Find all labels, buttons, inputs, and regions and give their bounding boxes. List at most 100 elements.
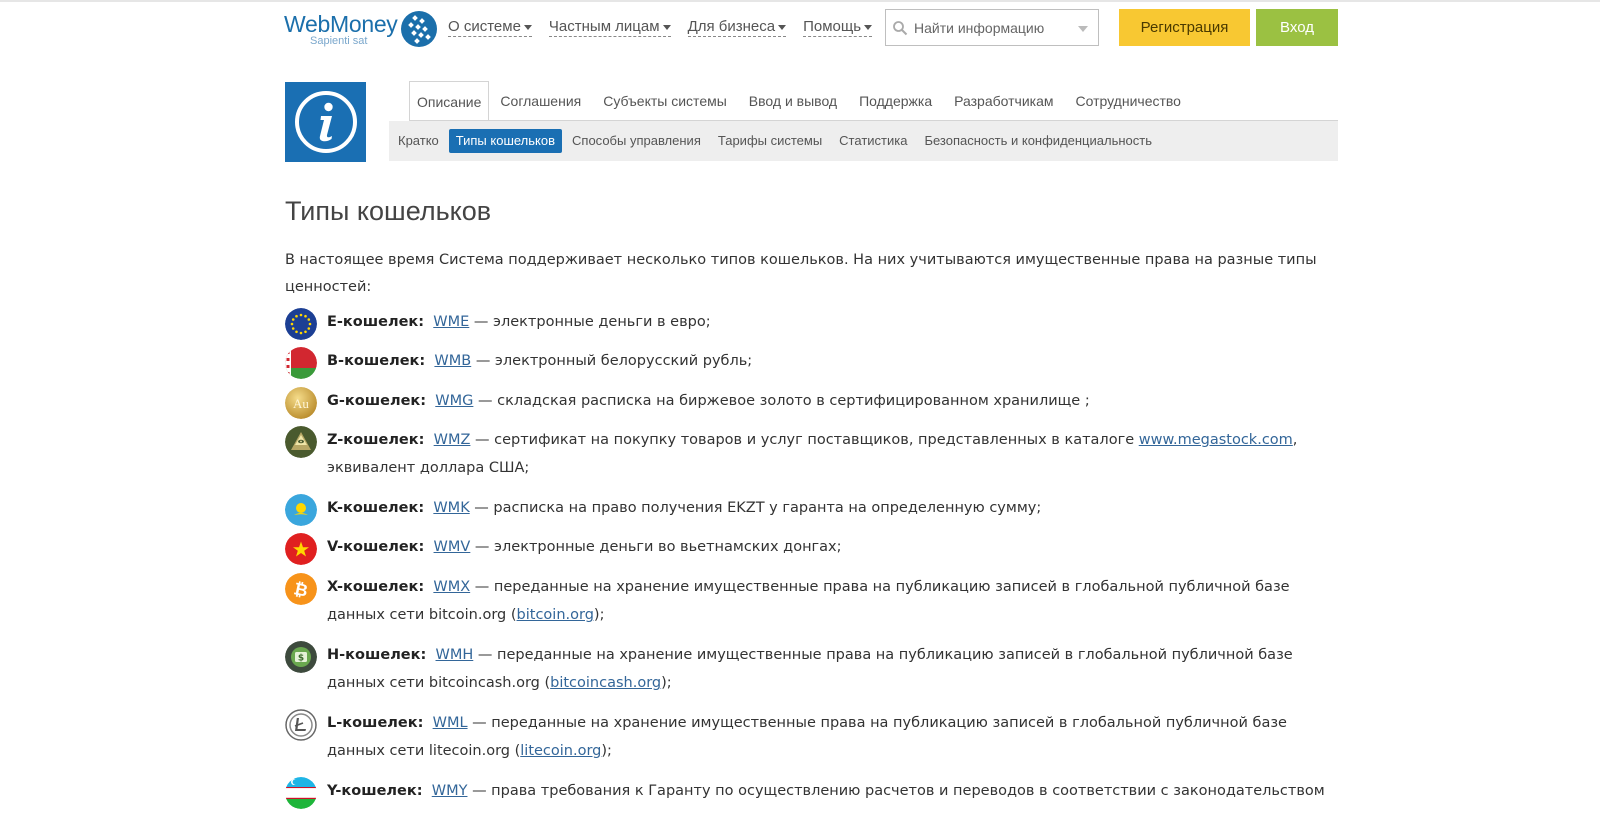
wallet-name: X-кошелек:: [327, 579, 425, 595]
tab-cooperation[interactable]: Сотрудничество: [1065, 81, 1192, 121]
wallet-name: Z-кошелек:: [327, 432, 425, 448]
litecoin-link[interactable]: litecoin.org: [520, 743, 601, 759]
wallet-item-h: $ H-кошелек: WMH — переданные на хранени…: [285, 641, 1337, 697]
nav-label: Частным лицам: [548, 18, 660, 35]
subnav-item-management[interactable]: Способы управления: [565, 129, 708, 153]
wallet-desc-tail: );: [661, 675, 672, 691]
wallet-name: Y-кошелек:: [327, 783, 423, 799]
svg-text:Au: Au: [293, 396, 309, 411]
wallet-name: E-кошелек:: [327, 314, 425, 330]
info-icon: [294, 91, 357, 153]
subnav-bar: Кратко Типы кошельков Способы управления…: [389, 121, 1338, 161]
wallet-link-wmh[interactable]: WMH: [436, 647, 474, 663]
subnav-item-brief[interactable]: Кратко: [391, 129, 446, 153]
wallet-link-wmb[interactable]: WMB: [434, 353, 471, 369]
wallet-text: K-кошелек: WMK — расписка на право получ…: [327, 494, 1337, 522]
wallet-desc-tail: );: [593, 607, 605, 623]
wallet-name: G-кошелек:: [327, 393, 427, 409]
page-title: Типы кошельков: [285, 196, 492, 226]
wallet-text: G-кошелек: WMG — складская расписка на б…: [327, 387, 1337, 415]
wallet-text: V-кошелек: WMV — электронные деньги во в…: [327, 533, 1337, 561]
search-input[interactable]: [914, 19, 1064, 36]
info-section-icon: [285, 82, 366, 162]
caret-down-icon: [778, 24, 787, 30]
logo-subtitle: Sapienti sat: [310, 35, 368, 47]
login-button[interactable]: Вход: [1256, 9, 1338, 46]
wallet-name: V-кошелек:: [327, 539, 425, 555]
logo-text: WebMoney: [284, 11, 398, 37]
svg-text:$: $: [298, 654, 304, 664]
subnav-item-tariffs[interactable]: Тарифы системы: [711, 129, 829, 153]
nav-label: О системе: [448, 18, 521, 35]
tab-input-output[interactable]: Ввод и вывод: [738, 81, 848, 121]
wallet-link-wme[interactable]: WME: [433, 314, 469, 330]
wallet-desc: — складская расписка на биржевое золото …: [473, 393, 1090, 409]
tab-agreements[interactable]: Соглашения: [489, 81, 592, 121]
tab-developers[interactable]: Разработчикам: [943, 81, 1064, 121]
wallet-desc: — переданные на хранение имущественные п…: [327, 579, 1290, 623]
wallet-link-wmz[interactable]: WMZ: [434, 432, 471, 448]
megastock-link[interactable]: www.megastock.com: [1139, 432, 1293, 448]
belarus-flag-icon: [285, 347, 317, 379]
litecoin-icon: [285, 709, 317, 741]
subnav-item-security[interactable]: Безопасность и конфиденциальность: [917, 129, 1159, 153]
wallet-link-wml[interactable]: WML: [433, 715, 468, 731]
wallet-desc: — электронный белорусский рубль;: [471, 353, 753, 369]
intro-text: В настоящее время Система поддерживает н…: [285, 252, 1317, 295]
wallet-item-l: L-кошелек: WML — переданные на хранение …: [285, 709, 1337, 765]
wallet-link-wmx[interactable]: WMX: [433, 579, 470, 595]
globe-icon: [401, 11, 437, 47]
wallet-item-v: V-кошелек: WMV — электронные деньги во в…: [285, 533, 1337, 565]
pyramid-eye-icon: [285, 426, 317, 458]
register-button[interactable]: Регистрация: [1119, 9, 1250, 46]
wallet-text: L-кошелек: WML — переданные на хранение …: [327, 709, 1337, 765]
wallet-desc: — права требования к Гаранту по осуществ…: [467, 783, 1325, 799]
nav-item-help[interactable]: Помощь: [803, 18, 873, 37]
eu-flag-icon: [285, 308, 317, 340]
nav-item-about[interactable]: О системе: [448, 18, 532, 37]
tab-description[interactable]: Описание: [409, 81, 490, 121]
wallet-link-wmv[interactable]: WMV: [434, 539, 471, 555]
caret-down-icon: [864, 24, 873, 30]
wallet-text: X-кошелек: WMX — переданные на хранение …: [327, 573, 1337, 629]
nav-item-business[interactable]: Для бизнеса: [687, 18, 787, 37]
wallet-desc: — переданные на хранение имущественные п…: [327, 715, 1287, 759]
wallet-text: H-кошелек: WMH — переданные на хранение …: [327, 641, 1337, 697]
section-tabs: Описание Соглашения Субъекты системы Вво…: [409, 81, 1192, 121]
tab-subjects[interactable]: Субъекты системы: [592, 81, 738, 121]
wallet-item-k: K-кошелек: WMK — расписка на право получ…: [285, 494, 1337, 526]
wallet-link-wmk[interactable]: WMK: [433, 500, 469, 516]
wallet-name: L-кошелек:: [327, 715, 424, 731]
nav-label: Для бизнеса: [687, 18, 776, 35]
wallet-desc: — расписка на право получения EKZT у гар…: [469, 500, 1042, 516]
tab-support[interactable]: Поддержка: [848, 81, 943, 121]
gold-au-icon: Au: [285, 387, 317, 419]
wallet-link-wmy[interactable]: WMY: [432, 783, 468, 799]
bitcoincash-link[interactable]: bitcoincash.org: [550, 675, 661, 691]
top-border: [0, 0, 1600, 2]
webmoney-logo[interactable]: WebMoney Sapienti sat: [284, 10, 444, 50]
subnav-item-statistics[interactable]: Статистика: [832, 129, 914, 153]
wallet-text: E-кошелек: WME — электронные деньги в ев…: [327, 308, 1337, 336]
uzbekistan-flag-icon: [285, 777, 317, 809]
chevron-down-icon[interactable]: [1078, 26, 1088, 32]
bitcoin-link[interactable]: bitcoin.org: [517, 607, 594, 623]
main-nav: О системе Частным лицам Для бизнеса Помо…: [448, 18, 873, 37]
wallet-text: Y-кошелек: WMY — права требования к Гара…: [327, 777, 1337, 805]
nav-item-personal[interactable]: Частным лицам: [548, 18, 671, 37]
search-box: [885, 9, 1099, 46]
wallet-item-x: ₿ X-кошелек: WMX — переданные на хранени…: [285, 573, 1337, 629]
caret-down-icon: [662, 24, 671, 30]
wallet-desc-tail: );: [601, 743, 612, 759]
wallet-item-z: Z-кошелек: WMZ — сертификат на покупку т…: [285, 426, 1337, 482]
wallet-desc: — сертификат на покупку товаров и услуг …: [470, 432, 1139, 448]
wallet-name: K-кошелек:: [327, 500, 425, 516]
wallet-text: Z-кошелек: WMZ — сертификат на покупку т…: [327, 426, 1337, 482]
kazakhstan-flag-icon: [285, 494, 317, 526]
wallet-item-g: Au G-кошелек: WMG — складская расписка н…: [285, 387, 1337, 419]
wallet-desc: — электронные деньги в евро;: [469, 314, 711, 330]
wallet-item-y: Y-кошелек: WMY — права требования к Гара…: [285, 777, 1337, 809]
wallet-link-wmg[interactable]: WMG: [435, 393, 473, 409]
caret-down-icon: [523, 24, 532, 30]
subnav-item-wallet-types[interactable]: Типы кошельков: [448, 129, 563, 153]
